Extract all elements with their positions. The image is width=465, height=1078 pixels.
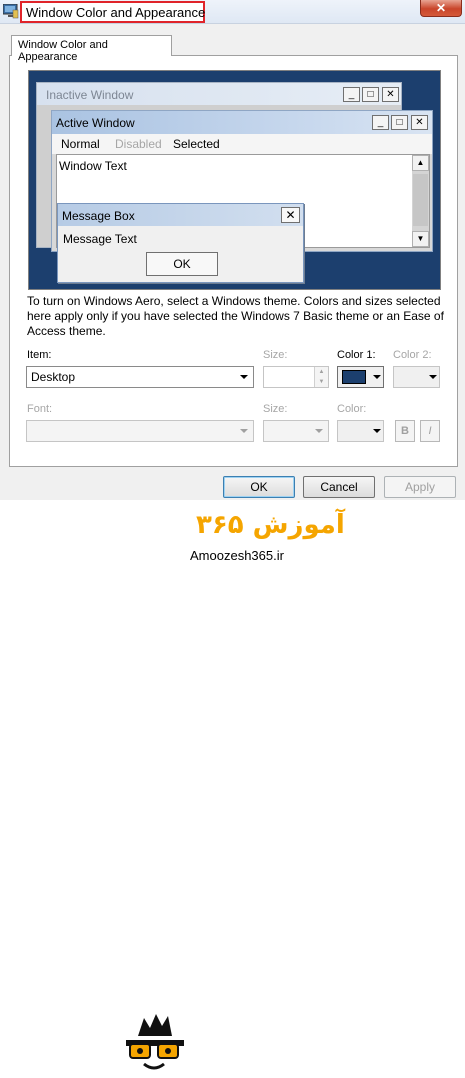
close-icon: ✕ bbox=[411, 115, 428, 130]
brand-logo-text: آموزش ۳۶۵ bbox=[196, 510, 345, 540]
chevron-down-icon bbox=[369, 421, 383, 441]
chevron-down-icon bbox=[369, 367, 383, 387]
maximize-icon: □ bbox=[391, 115, 408, 130]
preview-ok-button[interactable]: OK bbox=[146, 252, 218, 276]
message-text: Message Text bbox=[63, 232, 137, 246]
cancel-button[interactable]: Cancel bbox=[303, 476, 375, 498]
spinner-buttons: ▲ ▼ bbox=[314, 367, 328, 387]
message-box-title: Message Box bbox=[62, 209, 135, 223]
title-highlight: Window Color and Appearance bbox=[20, 1, 205, 23]
font-color-label: Color: bbox=[337, 403, 367, 415]
chevron-down-icon bbox=[236, 367, 253, 387]
active-title-bar: Active Window _ □ ✕ bbox=[52, 111, 432, 134]
message-box-title-bar: Message Box ✕ bbox=[58, 204, 303, 226]
menu-item-normal[interactable]: Normal bbox=[61, 137, 100, 151]
color1-swatch bbox=[342, 370, 366, 384]
display-settings-icon bbox=[3, 4, 19, 19]
dialog-window: Window Color and Appearance ✕ Window Col… bbox=[0, 0, 465, 500]
minimize-icon: _ bbox=[372, 115, 389, 130]
font-color-picker[interactable] bbox=[337, 420, 384, 442]
close-icon: ✕ bbox=[281, 207, 300, 223]
bold-button[interactable]: B bbox=[395, 420, 415, 442]
font-dropdown[interactable] bbox=[26, 420, 254, 442]
spin-up-icon: ▲ bbox=[318, 369, 325, 375]
chevron-down-icon bbox=[311, 421, 328, 441]
maximize-icon: □ bbox=[362, 87, 379, 102]
tab-window-color-appearance[interactable]: Window Color and Appearance bbox=[11, 35, 172, 63]
close-icon: ✕ bbox=[382, 87, 399, 102]
scroll-up-icon: ▲ bbox=[412, 155, 429, 171]
font-label: Font: bbox=[27, 403, 53, 415]
title-bar: Window Color and Appearance ✕ bbox=[0, 0, 465, 24]
chevron-down-icon bbox=[236, 421, 253, 441]
menu-item-disabled[interactable]: Disabled bbox=[115, 137, 162, 151]
close-icon: ✕ bbox=[435, 1, 447, 15]
site-url: Amoozesh365.ir bbox=[190, 548, 284, 563]
menu-item-selected[interactable]: Selected bbox=[173, 137, 220, 151]
preview-message-box[interactable]: Message Box ✕ Message Text OK bbox=[57, 203, 304, 283]
preview-menu-bar: Normal Disabled Selected bbox=[52, 134, 432, 154]
italic-button[interactable]: I bbox=[420, 420, 440, 442]
minimize-icon: _ bbox=[343, 87, 360, 102]
inactive-window-title: Inactive Window bbox=[46, 88, 134, 102]
item-size-spinner[interactable]: ▲ ▼ bbox=[263, 366, 329, 388]
item-dropdown[interactable]: Desktop bbox=[26, 366, 254, 388]
spin-down-icon: ▼ bbox=[318, 379, 325, 385]
color1-picker[interactable] bbox=[337, 366, 384, 388]
help-text: To turn on Windows Aero, select a Window… bbox=[27, 294, 444, 338]
preview-scrollbar[interactable]: ▲ ▼ bbox=[412, 155, 429, 247]
ok-button[interactable]: OK bbox=[223, 476, 295, 498]
font-size-label: Size: bbox=[263, 403, 288, 415]
color2-picker[interactable] bbox=[393, 366, 440, 388]
item-value: Desktop bbox=[31, 370, 76, 384]
color2-label: Color 2: bbox=[393, 349, 432, 361]
apply-button[interactable]: Apply bbox=[384, 476, 456, 498]
window-text: Window Text bbox=[59, 159, 127, 173]
mascot-logo-icon bbox=[126, 1014, 184, 1070]
inactive-title-bar: Inactive Window _ □ ✕ bbox=[37, 83, 401, 105]
item-size-label: Size: bbox=[263, 349, 288, 361]
font-size-dropdown[interactable] bbox=[263, 420, 329, 442]
chevron-down-icon bbox=[425, 367, 439, 387]
color1-label: Color 1: bbox=[337, 349, 376, 361]
scroll-thumb bbox=[413, 174, 428, 226]
window-title: Window Color and Appearance bbox=[26, 5, 206, 20]
active-window-title: Active Window bbox=[56, 116, 135, 130]
scroll-down-icon: ▼ bbox=[412, 231, 429, 247]
window-close-button[interactable]: ✕ bbox=[420, 0, 462, 17]
item-label: Item: bbox=[27, 349, 52, 361]
